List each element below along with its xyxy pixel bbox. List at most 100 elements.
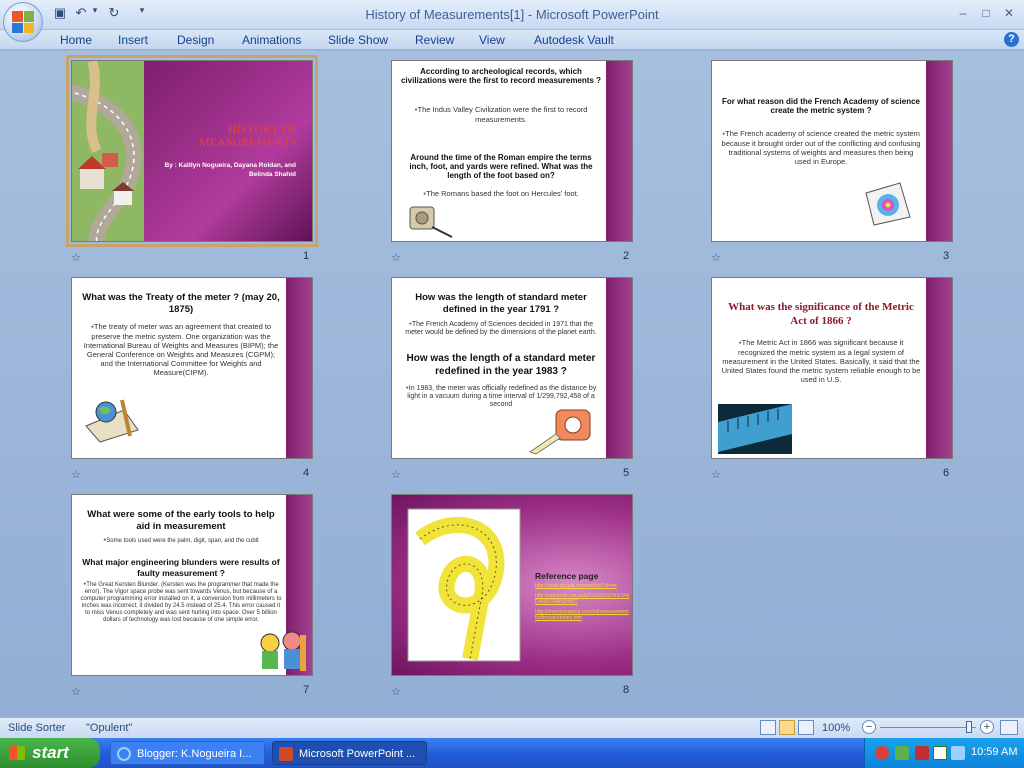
tape-measure-icon	[409, 206, 453, 238]
slide-3-answer-1: The French academy of science created th…	[720, 129, 922, 166]
tab-animations[interactable]: Animations	[242, 33, 301, 47]
tab-review[interactable]: Review	[415, 33, 454, 47]
powerpoint-icon	[279, 747, 293, 761]
minimize-button[interactable]: –	[952, 4, 974, 22]
road-illustration	[72, 61, 144, 241]
taskbar-item-powerpoint[interactable]: Microsoft PowerPoint ...	[272, 741, 427, 765]
close-button[interactable]: ✕	[998, 4, 1020, 22]
slide-1-title: HISTORY OF MEASUREMENTS	[198, 122, 297, 149]
fit-window-icon[interactable]	[1000, 720, 1018, 735]
tab-insert[interactable]: Insert	[118, 33, 148, 47]
taskbar-item-blogger[interactable]: Blogger: K.Nogueira I...	[110, 741, 265, 765]
slide-sorter-view-icon[interactable]	[779, 720, 795, 735]
slide-number-8: 8	[623, 684, 630, 696]
slide-6-transition-icon[interactable]: ☆	[711, 468, 721, 481]
slide-1-transition-icon[interactable]: ☆	[71, 251, 81, 264]
clock: 10:59 AM	[971, 746, 1018, 758]
tray-icon[interactable]	[875, 746, 889, 760]
start-label: start	[32, 743, 69, 762]
tab-design[interactable]: Design	[177, 33, 214, 47]
zoom-slider[interactable]	[880, 727, 976, 728]
zoom-out-button[interactable]: −	[862, 720, 876, 734]
slide-thumbnail-6[interactable]: What was the significance of the Metric …	[711, 277, 953, 459]
tab-home[interactable]: Home	[60, 33, 92, 47]
slide-band	[926, 278, 952, 458]
slide-band	[926, 61, 952, 241]
slide-4-answer-1: The treaty of meter was an agreement tha…	[80, 322, 282, 377]
office-button[interactable]	[3, 2, 43, 42]
ribbon-tabs: Home Insert Design Animations Slide Show…	[0, 30, 1024, 50]
theme-name: "Opulent"	[86, 722, 133, 734]
slide-band	[286, 278, 312, 458]
tray-icon[interactable]	[933, 746, 947, 760]
title-bar: ▣ ↶ ▾ ↻ ▾ History of Measurements[1] - M…	[0, 0, 1024, 42]
slide-thumbnail-3[interactable]: For what reason did the French Academy o…	[711, 60, 953, 242]
cartoon-people-icon	[260, 631, 306, 671]
ruler-photo	[718, 404, 792, 454]
slide-5-answer-1: The French Academy of Sciences decided i…	[400, 320, 602, 337]
windows-flag-icon	[9, 746, 25, 760]
slide-6-answer-1: The Metric Act in 1866 was significant b…	[720, 338, 922, 384]
tab-autodesk-vault[interactable]: Autodesk Vault	[534, 33, 614, 47]
slide-7-question-1: What were some of the early tools to hel…	[87, 509, 275, 532]
slide-band	[606, 61, 632, 241]
slide-5-question-1: How was the length of standard meter def…	[415, 292, 587, 315]
slide-3-transition-icon[interactable]: ☆	[711, 251, 721, 264]
slide-7-answer-2: The Great Kersten Blunder. (Kersten was …	[80, 581, 282, 624]
slide-2-question-1: According to archeological records, whic…	[400, 67, 602, 85]
window-title: History of Measurements[1] - Microsoft P…	[365, 7, 659, 22]
tray-icon[interactable]	[951, 746, 965, 760]
normal-view-icon[interactable]	[760, 720, 776, 735]
slide-4-transition-icon[interactable]: ☆	[71, 468, 81, 481]
slide-number-5: 5	[623, 467, 630, 479]
slide-8-link-2: http://siterbook.rmu.edu/COSS/SCHISTANDA…	[535, 593, 630, 605]
tab-slide-show[interactable]: Slide Show	[328, 33, 388, 47]
slide-5-question-2: How was the length of a standard meter r…	[406, 353, 596, 377]
slide-8-link-3: http://inventorsabout.com/od/measurement…	[535, 609, 629, 621]
internet-explorer-icon	[117, 747, 131, 761]
slide-sorter-pane[interactable]: HISTORY OF MEASUREMENTS By : Kaitlyn Nog…	[0, 51, 1024, 717]
slide-number-7: 7	[303, 684, 310, 696]
slide-7-transition-icon[interactable]: ☆	[71, 685, 81, 698]
slide-7-question-2: What major engineering blunders were res…	[82, 557, 280, 578]
help-icon[interactable]: ?	[1004, 32, 1019, 47]
slide-number-3: 3	[943, 250, 950, 262]
slide-number-1: 1	[303, 250, 310, 262]
measuring-tape-photo	[407, 508, 521, 662]
slide-7-answer-1: Some tools used were the palm, digit, sp…	[80, 537, 282, 545]
measuring-device-icon	[865, 182, 911, 226]
slide-number-2: 2	[623, 250, 630, 262]
tab-view[interactable]: View	[479, 33, 505, 47]
tape-measure-icon	[528, 409, 591, 455]
slide-3-question-1: For what reason did the French Academy o…	[722, 97, 920, 115]
view-name: Slide Sorter	[8, 722, 66, 734]
slide-thumbnail-5[interactable]: How was the length of standard meter def…	[391, 277, 633, 459]
slide-2-transition-icon[interactable]: ☆	[391, 251, 401, 264]
slide-5-transition-icon[interactable]: ☆	[391, 468, 401, 481]
taskbar-item-label: Microsoft PowerPoint ...	[299, 748, 416, 760]
slide-8-transition-icon[interactable]: ☆	[391, 685, 401, 698]
slide-show-view-icon[interactable]	[798, 720, 814, 735]
start-button[interactable]: start	[0, 738, 100, 768]
tray-icon[interactable]	[915, 746, 929, 760]
zoom-level[interactable]: 100%	[822, 722, 850, 734]
slide-thumbnail-7[interactable]: What were some of the early tools to hel…	[71, 494, 313, 676]
zoom-in-button[interactable]: +	[980, 720, 994, 734]
slide-4-question-1: What was the Treaty of the meter ? (may …	[82, 292, 280, 315]
slide-thumbnail-2[interactable]: According to archeological records, whic…	[391, 60, 633, 242]
slide-2-answer-1: The Indus Valley Civilization were the f…	[400, 105, 602, 124]
slide-number-6: 6	[943, 467, 950, 479]
slide-thumbnail-8[interactable]: Reference page http://www.google.com/web…	[391, 494, 633, 676]
slide-band	[606, 278, 632, 458]
status-bar: Slide Sorter "Opulent" 100% − +	[0, 717, 1024, 738]
office-logo-icon	[12, 11, 34, 33]
slide-thumbnail-4[interactable]: What was the Treaty of the meter ? (may …	[71, 277, 313, 459]
slide-2-answer-2: The Romans based the foot on Hercules' f…	[400, 189, 602, 199]
maximize-button[interactable]: □	[975, 4, 997, 22]
globe-ruler-icon	[85, 399, 139, 443]
slide-6-question-1: What was the significance of the Metric …	[728, 301, 914, 327]
zoom-slider-handle[interactable]	[966, 721, 972, 733]
tray-icon[interactable]	[895, 746, 909, 760]
slide-8-link-1: http://www.google.com/webhp?hl=en	[535, 583, 617, 589]
slide-thumbnail-1[interactable]: HISTORY OF MEASUREMENTS By : Kaitlyn Nog…	[66, 55, 318, 247]
